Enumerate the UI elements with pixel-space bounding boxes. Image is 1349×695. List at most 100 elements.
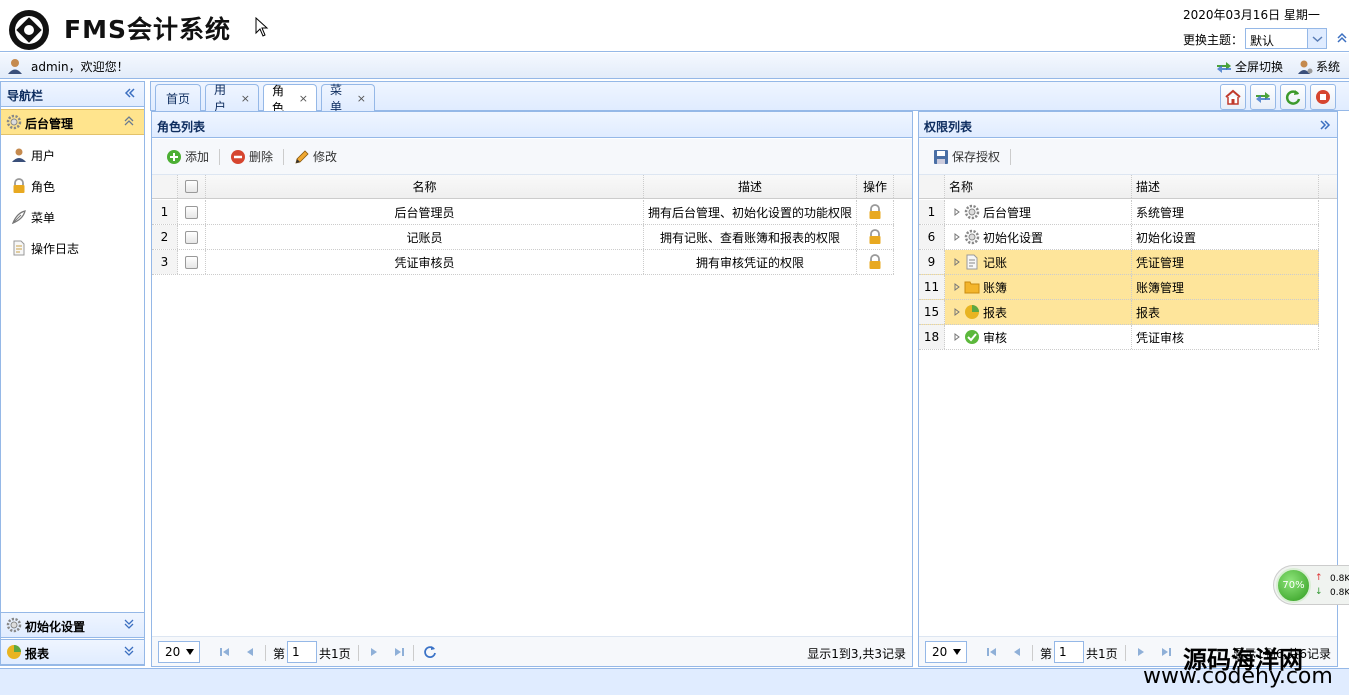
next-page-icon[interactable] — [368, 646, 380, 658]
tab-bar: 首页 用户 × 角色 × 菜单 × — [150, 81, 1349, 115]
tree-row[interactable]: 18 审核 凭证审核 — [919, 325, 1319, 350]
role-name: 记账员 — [206, 225, 644, 249]
lock-icon[interactable] — [867, 254, 883, 270]
row-checkbox[interactable] — [185, 255, 198, 269]
sidebar-item-label: 菜单 — [31, 210, 56, 225]
add-button[interactable]: 添加 — [162, 146, 213, 167]
delete-button[interactable]: 删除 — [226, 146, 277, 167]
chart-icon — [6, 644, 22, 660]
op-cell — [857, 250, 894, 274]
prev-page-icon[interactable] — [244, 646, 256, 658]
collapse-header-icon[interactable] — [1336, 32, 1348, 44]
prev-page-icon[interactable] — [1011, 646, 1023, 658]
sidebar-header: 导航栏 — [1, 82, 144, 107]
tree-expand-icon[interactable] — [953, 233, 961, 241]
column-desc[interactable]: 描述 — [1132, 175, 1319, 198]
page-size-select[interactable]: 20 — [158, 641, 200, 663]
edit-button[interactable]: 修改 — [290, 146, 341, 167]
tree-row[interactable]: 1 后台管理 系统管理 — [919, 200, 1319, 225]
chevron-up-icon[interactable] — [123, 115, 135, 127]
tab-menus[interactable]: 菜单 × — [321, 83, 375, 114]
accordion-init-settings[interactable]: 初始化设置 — [1, 612, 144, 638]
column-name[interactable]: 名称 — [945, 175, 1132, 198]
tree-expand-icon[interactable] — [953, 333, 961, 341]
refresh-icon[interactable] — [423, 645, 437, 659]
sidebar-item-users[interactable]: 用户 — [11, 145, 55, 165]
watermark-url: www.codehy.com — [1143, 664, 1333, 689]
last-page-icon[interactable] — [1160, 646, 1172, 658]
stop-icon — [1316, 90, 1330, 104]
stop-button[interactable] — [1310, 84, 1336, 110]
lock-icon[interactable] — [867, 204, 883, 220]
row-checkbox[interactable] — [185, 205, 198, 219]
table-row[interactable]: 1 后台管理员 拥有后台管理、初始化设置的功能权限 — [152, 200, 894, 225]
select-all-checkbox[interactable] — [185, 180, 198, 193]
column-name[interactable]: 名称 — [206, 175, 644, 198]
refresh-button[interactable] — [1280, 84, 1306, 110]
tab-roles[interactable]: 角色 × — [263, 84, 317, 115]
expand-right-icon[interactable] — [1319, 119, 1331, 131]
save-permission-button[interactable]: 保存授权 — [929, 146, 1004, 167]
accordion-reports[interactable]: 报表 — [1, 639, 144, 665]
tree-expand-icon[interactable] — [953, 308, 961, 316]
column-op[interactable]: 操作 — [857, 175, 894, 198]
column-desc[interactable]: 描述 — [644, 175, 857, 198]
role-toolbar: 添加 删除 修改 — [152, 139, 912, 175]
collapse-left-icon[interactable] — [124, 87, 136, 99]
swap-button[interactable] — [1250, 84, 1276, 110]
system-button[interactable]: 系统 — [1297, 58, 1340, 75]
tree-row[interactable]: 15 报表 报表 — [919, 300, 1319, 325]
tree-row[interactable]: 11 账簿 账簿管理 — [919, 275, 1319, 300]
next-page-icon[interactable] — [1135, 646, 1147, 658]
last-page-icon[interactable] — [393, 646, 405, 658]
tree-row[interactable]: 9 记账 凭证管理 — [919, 250, 1319, 275]
page-number-value: 1 — [292, 645, 300, 659]
close-icon[interactable]: × — [241, 92, 250, 105]
sidebar-item-roles[interactable]: 角色 — [11, 176, 55, 196]
tree-expand-icon[interactable] — [953, 283, 961, 291]
tab-label: 首页 — [165, 91, 190, 106]
tree-node-label: 审核 — [983, 330, 1008, 345]
sidebar-item-menus[interactable]: 菜单 — [11, 207, 55, 227]
sidebar-item-operation-log[interactable]: 操作日志 — [11, 238, 79, 258]
gear-icon — [964, 204, 980, 220]
tree-expand-icon[interactable] — [953, 208, 961, 216]
page-number-input[interactable]: 1 — [287, 641, 317, 663]
tab-users[interactable]: 用户 × — [205, 83, 259, 114]
gear-icon — [6, 114, 22, 130]
chevron-down-icon[interactable] — [123, 618, 135, 630]
home-button[interactable] — [1220, 84, 1246, 110]
theme-select[interactable]: 默认 — [1245, 28, 1327, 49]
upload-arrow-icon: ↑ — [1315, 573, 1323, 583]
close-icon[interactable]: × — [357, 92, 366, 105]
chevron-down-icon[interactable] — [1307, 29, 1326, 48]
page-size-select[interactable]: 20 — [925, 641, 967, 663]
refresh-icon — [1285, 90, 1301, 105]
page-number-value: 1 — [1059, 645, 1067, 659]
row-checkbox[interactable] — [185, 230, 198, 244]
role-grid-body: 1 后台管理员 拥有后台管理、初始化设置的功能权限 2 记账员 拥有记账、查看账… — [152, 200, 894, 275]
tab-label: 用户 — [214, 83, 227, 114]
tab-home[interactable]: 首页 — [155, 84, 201, 111]
chevron-down-icon[interactable] — [123, 645, 135, 657]
fullscreen-button[interactable]: 全屏切换 — [1216, 58, 1283, 75]
lock-icon[interactable] — [867, 229, 883, 245]
role-pager: 20 第 1 共1页 显示1到3,共3记录 — [152, 636, 912, 666]
tree-row[interactable]: 6 初始化设置 初始化设置 — [919, 225, 1319, 250]
tree-expand-icon[interactable] — [953, 258, 961, 266]
first-page-icon[interactable] — [986, 646, 998, 658]
gear-icon — [964, 229, 980, 245]
user-bar: admin，欢迎您！ 全屏切换 系统 — [0, 53, 1349, 79]
table-row[interactable]: 3 凭证审核员 拥有审核凭证的权限 — [152, 250, 894, 275]
theme-value: 默认 — [1250, 34, 1275, 48]
network-speed-widget[interactable]: 70% ↑ 0.8K ↓ 0.8K — [1273, 565, 1349, 605]
swap-icon — [1217, 61, 1231, 73]
table-row[interactable]: 2 记账员 拥有记账、查看账簿和报表的权限 — [152, 225, 894, 250]
accordion-backend-admin[interactable]: 后台管理 — [1, 109, 144, 135]
document-icon — [13, 240, 25, 256]
close-icon[interactable]: × — [299, 92, 308, 105]
page-number-input[interactable]: 1 — [1054, 641, 1084, 663]
rownum-header — [919, 175, 945, 198]
panel-title: 权限列表 — [924, 120, 973, 134]
first-page-icon[interactable] — [219, 646, 231, 658]
